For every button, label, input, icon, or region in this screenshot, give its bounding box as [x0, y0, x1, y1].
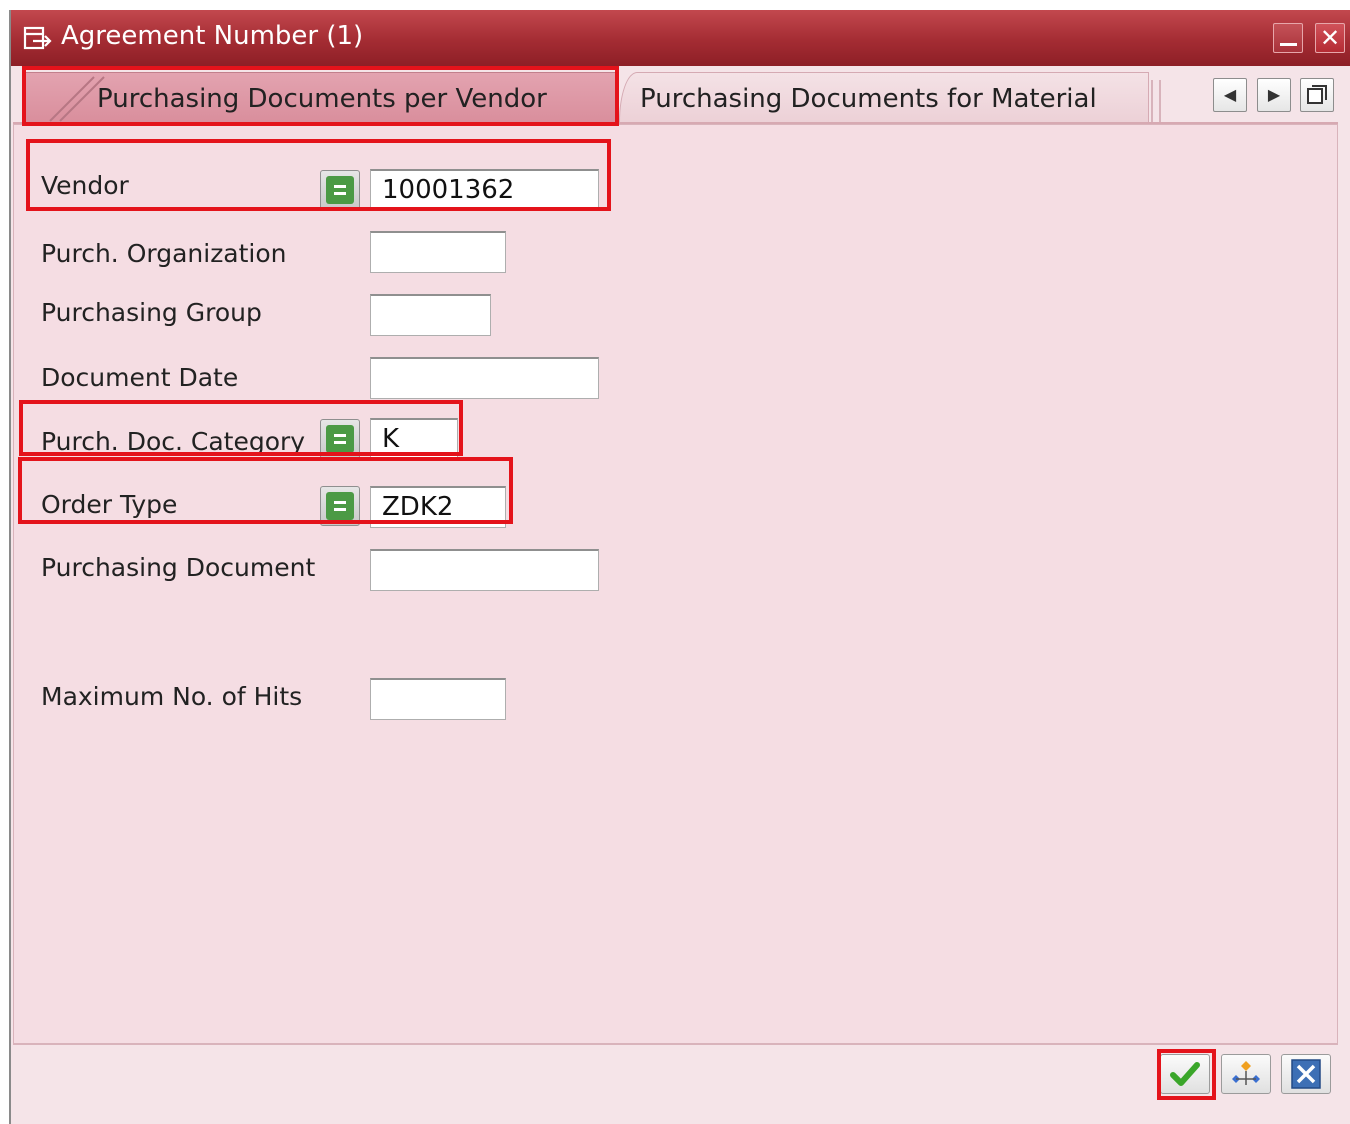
hierarchy-button[interactable] [1221, 1054, 1271, 1094]
purchasing-document-field[interactable] [370, 549, 599, 591]
purch-doc-category-label: Purch. Doc. Category [41, 427, 306, 456]
maximum-hits-field[interactable] [370, 678, 506, 720]
purch-organization-label: Purch. Organization [41, 239, 287, 268]
tab-list-button[interactable] [1300, 78, 1334, 112]
scroll-tabs-left-button[interactable]: ◀ [1213, 78, 1247, 112]
doc-category-equals-operator-button[interactable] [320, 419, 360, 459]
vendor-label: Vendor [41, 171, 129, 200]
title-bar: Agreement Number (1) ✕ [11, 10, 1350, 66]
tab-purchasing-documents-for-material[interactable]: Purchasing Documents for Material [619, 72, 1149, 124]
purchasing-group-field[interactable] [370, 294, 491, 336]
order-type-equals-operator-button[interactable] [320, 486, 360, 526]
scroll-right-icon: ▶ [1267, 85, 1281, 104]
scroll-tabs-right-button[interactable]: ▶ [1257, 78, 1291, 112]
continue-button[interactable] [1160, 1054, 1210, 1094]
tab-label: Purchasing Documents per Vendor [97, 84, 547, 114]
order-type-label: Order Type [41, 490, 178, 519]
tab-edge-divider [1151, 80, 1161, 124]
dialog-window: Agreement Number (1) ✕ Purchasing Docume… [9, 10, 1350, 1124]
cancel-icon [1291, 1059, 1321, 1089]
cancel-button[interactable] [1281, 1054, 1331, 1094]
footer-divider [13, 1044, 1338, 1045]
document-date-field[interactable] [370, 357, 599, 399]
close-button[interactable]: ✕ [1315, 23, 1345, 53]
order-type-field[interactable]: ZDK2 [370, 486, 506, 528]
hierarchy-icon [1232, 1061, 1260, 1085]
dialog-icon [23, 26, 52, 50]
purchasing-document-label: Purchasing Document [41, 553, 316, 582]
scroll-left-icon: ◀ [1223, 85, 1237, 104]
minimize-button[interactable] [1273, 23, 1303, 53]
tab-list-icon [1307, 85, 1327, 104]
purch-organization-field[interactable] [370, 231, 506, 273]
close-icon: ✕ [1319, 24, 1341, 52]
vendor-field[interactable]: 10001362 [370, 169, 599, 211]
vendor-equals-operator-button[interactable] [320, 170, 360, 210]
dialog-title: Agreement Number (1) [61, 21, 364, 51]
purch-doc-category-field[interactable]: K [370, 418, 458, 460]
selection-panel: Vendor 10001362 Purch. Organization Purc… [13, 124, 1338, 1044]
continue-check-icon [1170, 1062, 1200, 1086]
tab-purchasing-documents-per-vendor[interactable]: Purchasing Documents per Vendor [23, 72, 616, 124]
purchasing-group-label: Purchasing Group [41, 298, 262, 327]
document-date-label: Document Date [41, 363, 239, 392]
maximum-hits-label: Maximum No. of Hits [41, 682, 303, 711]
tab-label: Purchasing Documents for Material [640, 84, 1097, 114]
